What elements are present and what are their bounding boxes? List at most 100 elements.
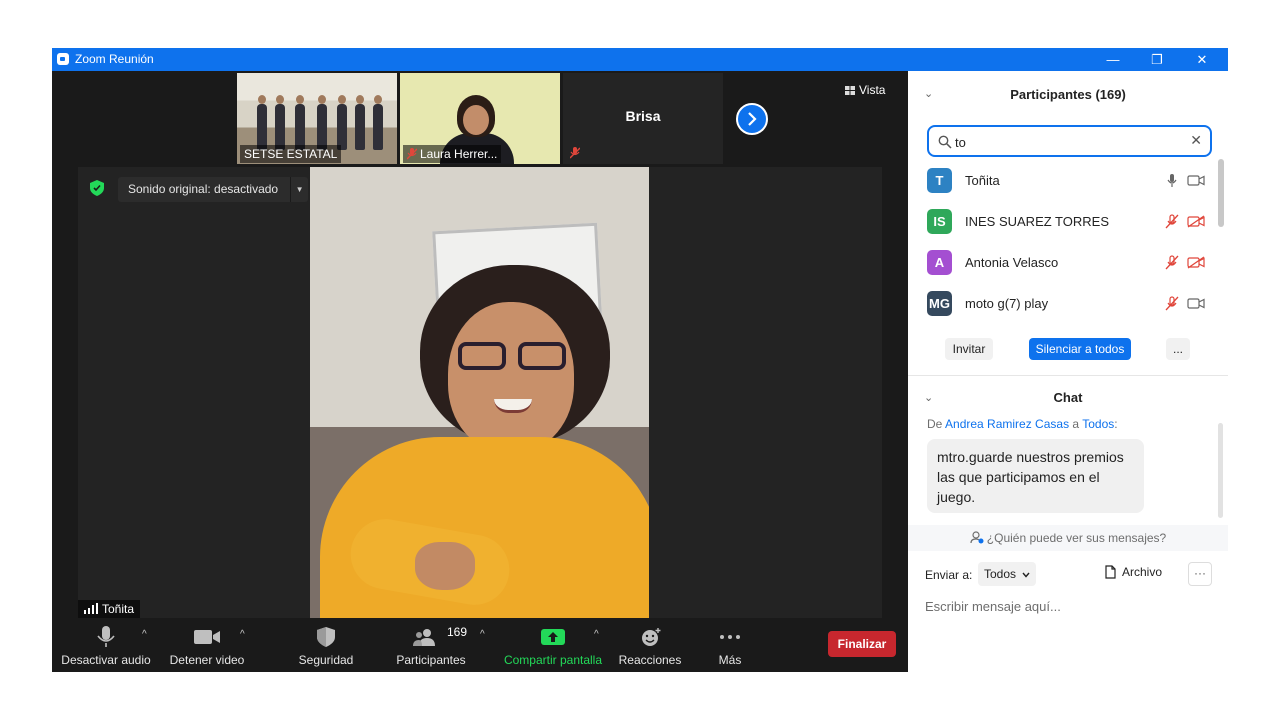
mute-audio-button[interactable]: Desactivar audio	[60, 621, 152, 672]
share-screen-button[interactable]: Compartir pantalla	[500, 621, 606, 672]
mic-muted-icon	[569, 147, 581, 159]
reactions-icon	[642, 628, 661, 646]
video-options-chevron-icon[interactable]: ^	[240, 629, 245, 640]
more-dots-icon	[720, 635, 740, 639]
more-button[interactable]: Más	[700, 621, 760, 672]
security-label: Seguridad	[298, 653, 354, 667]
mic-muted-icon	[406, 148, 418, 160]
clear-search-icon[interactable]: ✕	[1190, 132, 1202, 149]
participant-row[interactable]: MG moto g(7) play	[927, 288, 1212, 318]
reactions-button[interactable]: Reacciones	[612, 621, 688, 672]
participant-name: INES SUAREZ TORRES	[965, 214, 1109, 229]
meeting-area: SETSE ESTATAL Laura Herrer... Brisa Vist…	[52, 71, 908, 672]
participant-search-box: ✕	[927, 125, 1212, 157]
chat-more-button[interactable]: ···	[1188, 562, 1212, 586]
share-screen-icon	[541, 629, 565, 645]
main-video-area: Sonido original: desactivado ▼ Toñita	[78, 167, 882, 618]
video-thumbnail-setse[interactable]: SETSE ESTATAL	[237, 73, 397, 164]
invite-button[interactable]: Invitar	[945, 338, 993, 360]
thumbnail-label: SETSE ESTATAL	[240, 145, 342, 163]
participants-scrollbar[interactable]	[1218, 159, 1224, 227]
participants-count: 169	[447, 625, 468, 639]
side-panel: ⌄ Participantes (169) ✕ T Toñita IS INES SU…	[908, 71, 1228, 672]
chat-recipient-link[interactable]: Todos	[1082, 417, 1114, 431]
share-options-chevron-icon[interactable]: ^	[594, 629, 599, 640]
chat-message-input[interactable]	[925, 595, 1215, 617]
file-label: Archivo	[1122, 565, 1163, 579]
video-camera-icon	[1187, 298, 1205, 309]
zoom-window: Zoom Reunión — ❐ ✕ SETSE ESTATAL Laura H…	[52, 48, 1228, 672]
mic-muted-icon	[1165, 214, 1179, 229]
mic-muted-icon	[1165, 296, 1179, 311]
participant-avatar: T	[927, 168, 952, 193]
restore-button[interactable]: ❐	[1134, 48, 1180, 71]
encryption-shield-icon[interactable]	[90, 180, 104, 196]
thumbnail-label: Laura Herrer...	[403, 145, 502, 163]
participant-row[interactable]: A Antonia Velasco	[927, 247, 1212, 277]
chevron-right-icon	[748, 112, 757, 126]
next-page-button[interactable]	[736, 103, 768, 135]
stop-video-button[interactable]: Detener video	[162, 621, 252, 672]
chat-title: Chat	[1053, 390, 1083, 405]
participant-search-input[interactable]	[955, 132, 1175, 152]
microphone-icon	[97, 626, 115, 647]
chat-message-bubble: mtro.guarde nuestros premios las que par…	[927, 439, 1144, 513]
who-can-see-label: ¿Quién puede ver sus mensajes?	[986, 531, 1167, 545]
participant-avatar: A	[927, 250, 952, 275]
participant-name: Antonia Velasco	[965, 255, 1059, 270]
end-meeting-button[interactable]: Finalizar	[828, 631, 896, 657]
original-sound-toggle[interactable]: Sonido original: desactivado ▼	[118, 177, 309, 202]
meeting-toolbar: Desactivar audio ^ Detener video ^ Segur…	[52, 621, 908, 672]
participant-avatar: IS	[927, 209, 952, 234]
video-thumbnail-brisa[interactable]: Brisa	[563, 73, 723, 164]
glasses	[458, 342, 570, 374]
chat-to-word: a	[1072, 417, 1080, 431]
participants-header: ⌄ Participantes (169)	[908, 71, 1228, 115]
mute-all-button[interactable]: Silenciar a todos	[1029, 338, 1131, 360]
chevron-down-icon[interactable]: ▼	[290, 177, 308, 202]
mic-muted-icon	[1165, 255, 1179, 270]
user-visibility-icon	[970, 531, 984, 544]
panel-divider	[908, 375, 1228, 376]
title-bar: Zoom Reunión — ❐ ✕	[52, 48, 1228, 71]
view-button-label: Vista	[859, 83, 886, 97]
participants-options-chevron-icon[interactable]: ^	[480, 629, 485, 640]
video-thumbnail-laura[interactable]: Laura Herrer...	[400, 73, 560, 164]
participants-label: Participantes	[396, 653, 466, 667]
participant-name: Toñita	[965, 173, 1000, 188]
security-button[interactable]: Seguridad	[286, 621, 366, 672]
grid-icon	[845, 86, 855, 95]
stop-video-label: Detener video	[169, 653, 245, 667]
close-button[interactable]: ✕	[1179, 48, 1225, 71]
send-to-label: Enviar a:	[925, 568, 973, 582]
participants-more-button[interactable]: ...	[1166, 338, 1190, 360]
chat-sender-link[interactable]: Andrea Ramirez Casas	[945, 417, 1069, 431]
send-to-value: Todos	[984, 567, 1017, 581]
chat-scrollbar[interactable]	[1218, 423, 1223, 518]
active-speaker-video	[310, 167, 649, 618]
share-screen-label: Compartir pantalla	[503, 653, 603, 667]
speaker-name-label: Toñita	[78, 600, 141, 618]
chat-from-prefix: De	[927, 417, 943, 431]
thumbnail-name: Laura Herrer...	[420, 147, 498, 161]
audio-options-chevron-icon[interactable]: ^	[142, 629, 147, 640]
who-can-see-messages[interactable]: ¿Quién puede ver sus mensajes?	[908, 525, 1228, 551]
mute-audio-label: Desactivar audio	[61, 653, 151, 667]
participant-row[interactable]: T Toñita	[927, 165, 1212, 195]
chevron-down-icon	[1022, 572, 1030, 578]
minimize-button[interactable]: —	[1090, 48, 1136, 71]
participants-title: Participantes (169)	[1010, 87, 1126, 102]
send-to-dropdown[interactable]: Todos	[978, 562, 1037, 586]
view-button[interactable]: Vista	[845, 79, 900, 101]
participants-button[interactable]: 169 Participantes	[386, 621, 476, 672]
camera-off-icon	[1187, 256, 1205, 269]
participant-name: Brisa	[625, 108, 661, 124]
video-camera-icon	[1187, 175, 1205, 186]
file-button[interactable]: Archivo	[1105, 565, 1162, 579]
original-sound-label: Sonido original: desactivado	[128, 182, 279, 196]
participant-avatar: MG	[927, 291, 952, 316]
participant-row[interactable]: IS INES SUAREZ TORRES	[927, 206, 1212, 236]
zoom-app-icon	[57, 53, 69, 65]
speaker-name: Toñita	[102, 602, 135, 616]
more-label: Más	[718, 653, 742, 667]
